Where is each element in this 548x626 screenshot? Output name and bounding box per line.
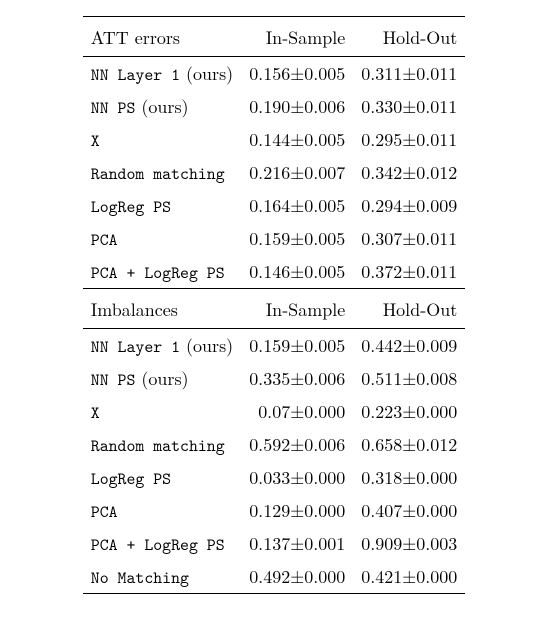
insample-cell: 0.164±0.005 [241, 189, 353, 222]
method-cell: LogReg PS [83, 461, 241, 494]
method-mono: LogReg PS [91, 468, 171, 490]
table-row: PCA 0.159±0.005 0.307±0.011 [83, 222, 465, 255]
header-holdout-imb: Hold-Out [353, 289, 465, 329]
method-cell: PCA + LogReg PS [83, 527, 241, 560]
table-row: No Matching 0.492±0.000 0.421±0.000 [83, 560, 465, 594]
method-mono: PCA + LogReg PS [91, 534, 225, 556]
insample-cell: 0.335±0.006 [241, 362, 353, 395]
header-title-imb: Imbalances [83, 289, 241, 329]
method-cell: X [83, 395, 241, 428]
method-suffix: (ours) [180, 333, 233, 358]
holdout-cell: 0.658±0.012 [353, 428, 465, 461]
insample-cell: 0.156±0.005 [241, 57, 353, 91]
method-mono: X [91, 130, 100, 152]
holdout-cell: 0.311±0.011 [353, 57, 465, 91]
method-cell: NN PS (ours) [83, 362, 241, 395]
method-mono: No Matching [91, 567, 189, 589]
holdout-cell: 0.407±0.000 [353, 494, 465, 527]
header-row-att: ATT errors In-Sample Hold-Out [83, 17, 465, 57]
insample-cell: 0.190±0.006 [241, 90, 353, 123]
table-row: NN PS (ours) 0.190±0.006 0.330±0.011 [83, 90, 465, 123]
insample-cell: 0.137±0.001 [241, 527, 353, 560]
holdout-cell: 0.511±0.008 [353, 362, 465, 395]
header-insample-imb: In-Sample [241, 289, 353, 329]
method-cell: PCA [83, 494, 241, 527]
table-row: X 0.07±0.000 0.223±0.000 [83, 395, 465, 428]
table-row: Random matching 0.216±0.007 0.342±0.012 [83, 156, 465, 189]
method-mono: PCA [91, 229, 118, 251]
method-mono: X [91, 402, 100, 424]
insample-cell: 0.07±0.000 [241, 395, 353, 428]
table-row: LogReg PS 0.033±0.000 0.318±0.000 [83, 461, 465, 494]
method-cell: X [83, 123, 241, 156]
holdout-cell: 0.330±0.011 [353, 90, 465, 123]
table-row: Random matching 0.592±0.006 0.658±0.012 [83, 428, 465, 461]
holdout-cell: 0.442±0.009 [353, 329, 465, 363]
header-holdout-att: Hold-Out [353, 17, 465, 57]
method-mono: NN PS [91, 369, 136, 391]
table-row: X 0.144±0.005 0.295±0.011 [83, 123, 465, 156]
insample-cell: 0.146±0.005 [241, 255, 353, 289]
header-title-att: ATT errors [83, 17, 241, 57]
holdout-cell: 0.294±0.009 [353, 189, 465, 222]
method-cell: LogReg PS [83, 189, 241, 222]
insample-cell: 0.159±0.005 [241, 222, 353, 255]
table-row: PCA 0.129±0.000 0.407±0.000 [83, 494, 465, 527]
holdout-cell: 0.223±0.000 [353, 395, 465, 428]
holdout-cell: 0.372±0.011 [353, 255, 465, 289]
header-insample-att: In-Sample [241, 17, 353, 57]
method-mono: PCA + LogReg PS [91, 262, 225, 284]
insample-cell: 0.592±0.006 [241, 428, 353, 461]
method-mono: NN PS [91, 97, 136, 119]
table-row: LogReg PS 0.164±0.005 0.294±0.009 [83, 189, 465, 222]
method-mono: PCA [91, 501, 118, 523]
table-row: PCA + LogReg PS 0.146±0.005 0.372±0.011 [83, 255, 465, 289]
holdout-cell: 0.318±0.000 [353, 461, 465, 494]
method-cell: Random matching [83, 428, 241, 461]
table-row: PCA + LogReg PS 0.137±0.001 0.909±0.003 [83, 527, 465, 560]
header-row-imb: Imbalances In-Sample Hold-Out [83, 289, 465, 329]
results-table: ATT errors In-Sample Hold-Out NN Layer 1… [83, 16, 465, 594]
method-mono: NN Layer 1 [91, 336, 180, 358]
method-mono: NN Layer 1 [91, 64, 180, 86]
insample-cell: 0.216±0.007 [241, 156, 353, 189]
method-cell: NN PS (ours) [83, 90, 241, 123]
insample-cell: 0.129±0.000 [241, 494, 353, 527]
method-suffix: (ours) [135, 94, 188, 119]
method-mono: Random matching [91, 163, 225, 185]
method-mono: Random matching [91, 435, 225, 457]
holdout-cell: 0.307±0.011 [353, 222, 465, 255]
holdout-cell: 0.342±0.012 [353, 156, 465, 189]
method-cell: NN Layer 1 (ours) [83, 57, 241, 91]
insample-cell: 0.492±0.000 [241, 560, 353, 594]
holdout-cell: 0.909±0.003 [353, 527, 465, 560]
insample-cell: 0.159±0.005 [241, 329, 353, 363]
holdout-cell: 0.421±0.000 [353, 560, 465, 594]
holdout-cell: 0.295±0.011 [353, 123, 465, 156]
method-cell: PCA + LogReg PS [83, 255, 241, 289]
method-cell: Random matching [83, 156, 241, 189]
method-mono: LogReg PS [91, 196, 171, 218]
method-cell: PCA [83, 222, 241, 255]
insample-cell: 0.033±0.000 [241, 461, 353, 494]
table-row: NN PS (ours) 0.335±0.006 0.511±0.008 [83, 362, 465, 395]
method-cell: NN Layer 1 (ours) [83, 329, 241, 363]
method-suffix: (ours) [135, 366, 188, 391]
method-suffix: (ours) [180, 61, 233, 86]
table-row: NN Layer 1 (ours) 0.159±0.005 0.442±0.00… [83, 329, 465, 363]
insample-cell: 0.144±0.005 [241, 123, 353, 156]
method-cell: No Matching [83, 560, 241, 594]
table-row: NN Layer 1 (ours) 0.156±0.005 0.311±0.01… [83, 57, 465, 91]
